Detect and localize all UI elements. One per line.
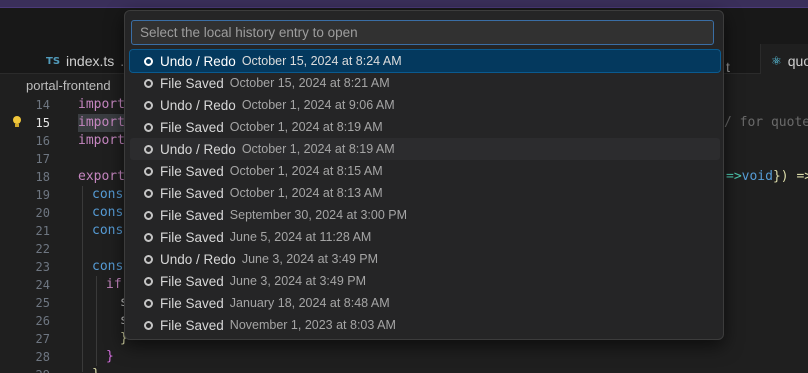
history-entry[interactable]: File Saved June 3, 2024 at 3:49 PM xyxy=(130,270,720,292)
void-token: void xyxy=(741,169,773,184)
history-entry-icon xyxy=(144,100,153,110)
entry-label: File Saved xyxy=(160,119,224,135)
history-entry[interactable]: File Saved October 1, 2024 at 8:15 AM xyxy=(130,160,720,182)
title-bar xyxy=(0,0,808,8)
line-number: 18 xyxy=(35,170,50,184)
entry-label: Undo / Redo xyxy=(160,141,236,157)
line-number: 21 xyxy=(35,224,50,238)
code-text: import xyxy=(78,133,125,148)
line-number: 26 xyxy=(35,314,50,328)
history-entry-icon xyxy=(144,298,153,308)
react-icon: ⚛ xyxy=(771,54,782,68)
entry-label: File Saved xyxy=(160,75,224,91)
line-number: 15 xyxy=(35,116,50,130)
entry-label: File Saved xyxy=(160,317,224,333)
code-text: } xyxy=(92,366,100,373)
entry-label: File Saved xyxy=(160,295,224,311)
history-entry[interactable]: Undo / Redo June 3, 2024 at 3:49 PM xyxy=(130,248,720,270)
line-number: 14 xyxy=(35,98,50,112)
history-entry-icon xyxy=(144,276,153,286)
code-text: if xyxy=(106,277,122,292)
history-entry-icon xyxy=(144,78,153,88)
entry-label: File Saved xyxy=(160,207,224,223)
history-entry-icon xyxy=(144,320,153,330)
history-entry-icon xyxy=(144,166,153,176)
history-entry[interactable]: File Saved October 1, 2024 at 8:13 AM xyxy=(130,182,720,204)
entry-label: File Saved xyxy=(160,229,224,245)
tab-partial-label: t xyxy=(726,59,730,75)
history-entry[interactable]: Undo / Redo October 15, 2024 at 8:24 AM xyxy=(129,49,721,73)
entry-label: Undo / Redo xyxy=(160,251,236,267)
tab-label: index.ts xyxy=(66,53,115,69)
history-entry[interactable]: File Saved January 18, 2024 at 8:48 AM xyxy=(130,292,720,314)
entry-date: November 1, 2023 at 8:03 AM xyxy=(229,318,396,332)
line-number: 29 xyxy=(0,366,50,373)
entry-date: October 15, 2024 at 8:21 AM xyxy=(229,76,390,90)
history-entry-icon xyxy=(144,188,153,198)
tab-quotes[interactable]: ⚛ quo xyxy=(760,44,808,78)
history-entry-icon xyxy=(144,210,153,220)
line-number: 20 xyxy=(35,206,50,220)
code-signature: =>void}) => xyxy=(726,168,808,186)
entry-date: September 30, 2024 at 3:00 PM xyxy=(229,208,407,222)
line-number: 27 xyxy=(35,332,50,346)
history-entry[interactable]: Undo / Redo October 1, 2024 at 9:06 AM xyxy=(130,94,720,116)
line-number: 16 xyxy=(35,134,50,148)
close-token: }) => xyxy=(772,169,808,184)
history-entry-icon xyxy=(144,254,153,264)
history-entry[interactable]: File Saved October 15, 2024 at 8:21 AM xyxy=(130,72,720,94)
line-number: 19 xyxy=(35,188,50,202)
entry-label: File Saved xyxy=(160,185,224,201)
entry-date: October 1, 2024 at 8:15 AM xyxy=(229,164,383,178)
typescript-icon: TS xyxy=(46,55,61,67)
entry-label: File Saved xyxy=(160,273,224,289)
history-entry-icon xyxy=(144,56,153,66)
search-input[interactable] xyxy=(131,20,714,45)
tab-label-quotes: quo xyxy=(787,53,808,69)
entry-date: January 18, 2024 at 8:48 AM xyxy=(229,296,390,310)
code-line: 28 } xyxy=(0,348,808,366)
history-entry-icon xyxy=(144,232,153,242)
history-entry[interactable]: File Saved November 1, 2023 at 8:03 AM xyxy=(130,314,720,336)
history-entry-icon xyxy=(144,122,153,132)
code-text: export xyxy=(78,169,125,184)
line-number: 23 xyxy=(35,260,50,274)
history-entry-list: Undo / Redo October 15, 2024 at 8:24 AM … xyxy=(129,49,721,336)
local-history-quick-pick: Undo / Redo October 15, 2024 at 8:24 AM … xyxy=(124,10,724,340)
line-number: 24 xyxy=(35,278,50,292)
entry-date: June 5, 2024 at 11:28 AM xyxy=(229,230,372,244)
entry-date: October 1, 2024 at 8:13 AM xyxy=(229,186,383,200)
history-entry[interactable]: File Saved June 5, 2024 at 11:28 AM xyxy=(130,226,720,248)
history-entry[interactable]: Undo / Redo October 1, 2024 at 8:19 AM xyxy=(130,138,720,160)
entry-label: Undo / Redo xyxy=(160,53,236,69)
code-text: import xyxy=(78,97,125,112)
line-number: 25 xyxy=(35,296,50,310)
history-entry[interactable]: File Saved October 1, 2024 at 8:19 AM xyxy=(130,116,720,138)
entry-label: Undo / Redo xyxy=(160,97,236,113)
entry-label: File Saved xyxy=(160,163,224,179)
history-entry[interactable]: File Saved September 30, 2024 at 3:00 PM xyxy=(130,204,720,226)
entry-date: June 3, 2024 at 3:49 PM xyxy=(229,274,367,288)
history-entry-icon xyxy=(144,144,153,154)
line-number: 17 xyxy=(35,152,50,166)
arrow-token: => xyxy=(726,169,742,184)
entry-date: June 3, 2024 at 3:49 PM xyxy=(241,252,379,266)
entry-date: October 1, 2024 at 8:19 AM xyxy=(241,142,395,156)
breadcrumb-folder[interactable]: portal-frontend xyxy=(26,78,111,93)
entry-date: October 1, 2024 at 8:19 AM xyxy=(229,120,383,134)
code-line: 29 } xyxy=(0,366,808,373)
entry-date: October 1, 2024 at 9:06 AM xyxy=(241,98,395,112)
code-text: } xyxy=(106,349,114,364)
entry-date: October 15, 2024 at 8:24 AM xyxy=(241,54,402,68)
code-comment: / for quotes xyxy=(724,115,808,130)
line-number: 22 xyxy=(35,242,50,256)
line-number: 28 xyxy=(35,350,50,364)
code-text: import xyxy=(78,114,125,132)
